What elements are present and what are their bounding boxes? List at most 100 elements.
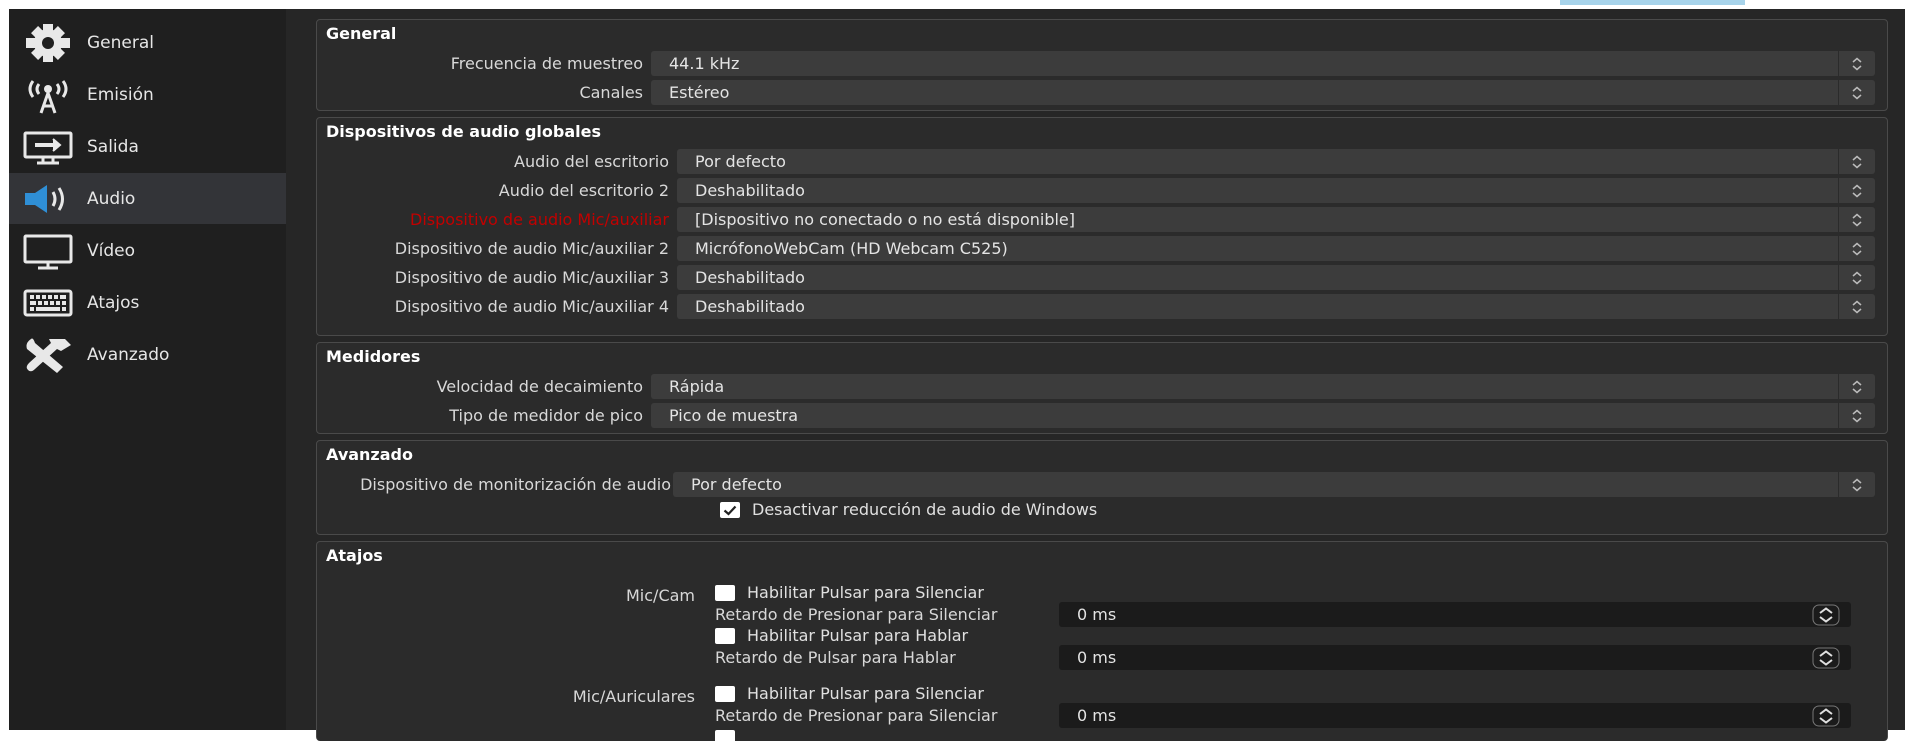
updown-arrows-icon xyxy=(1838,265,1875,290)
monitoring-device-label: Dispositivo de monitorización de audio xyxy=(360,475,671,494)
sidebar-item-label: Audio xyxy=(87,188,136,209)
updown-arrows-icon xyxy=(1838,472,1875,497)
mic-aux-4-row: Dispositivo de audio Mic/auxiliar 4 Desh… xyxy=(317,294,1889,319)
push-to-mute-label: Habilitar Pulsar para Silenciar xyxy=(747,583,984,602)
peak-meter-select[interactable]: Pico de muestra xyxy=(651,403,1875,428)
sample-rate-label: Frecuencia de muestreo xyxy=(450,54,643,73)
mic-aux-row: Dispositivo de audio Mic/auxiliar [Dispo… xyxy=(317,207,1889,232)
sample-rate-row: Frecuencia de muestreo 44.1 kHz xyxy=(317,51,1889,76)
speaker-icon xyxy=(9,173,81,224)
gear-icon xyxy=(9,17,81,68)
peak-meter-row: Tipo de medidor de pico Pico de muestra xyxy=(317,403,1889,428)
source-name-mic-cam: Mic/Cam xyxy=(626,586,695,605)
group-global-audio-devices: Dispositivos de audio globales Audio del… xyxy=(316,117,1888,336)
decay-rate-label: Velocidad de decaimiento xyxy=(436,377,643,396)
push-to-mute-checkbox-2[interactable] xyxy=(715,686,735,702)
desktop-audio-select[interactable]: Por defecto xyxy=(677,149,1875,174)
desktop-audio-label: Audio del escritorio xyxy=(514,152,669,171)
video-monitor-icon xyxy=(9,225,81,276)
ptt-delay-label: Retardo de Pulsar para Hablar xyxy=(715,648,956,667)
group-title: Dispositivos de audio globales xyxy=(326,122,601,141)
decay-rate-select[interactable]: Rápida xyxy=(651,374,1875,399)
group-title: Avanzado xyxy=(326,445,413,464)
push-to-mute-checkbox[interactable] xyxy=(715,585,735,601)
desktop-audio-2-label: Audio del escritorio 2 xyxy=(498,181,669,200)
updown-arrows-icon xyxy=(1838,207,1875,232)
push-to-talk-checkbox[interactable] xyxy=(715,628,735,644)
decay-rate-row: Velocidad de decaimiento Rápida xyxy=(317,374,1889,399)
mic-aux-4-label: Dispositivo de audio Mic/auxiliar 4 xyxy=(394,297,669,316)
keyboard-icon xyxy=(9,277,81,328)
monitoring-device-select[interactable]: Por defecto xyxy=(673,472,1875,497)
monitoring-device-row: Dispositivo de monitorización de audio P… xyxy=(317,472,1889,497)
sidebar-item-video[interactable]: Vídeo xyxy=(9,225,286,276)
sidebar-item-atajos[interactable]: Atajos xyxy=(9,277,286,328)
sidebar-item-label: Emisión xyxy=(87,84,154,105)
channels-label: Canales xyxy=(579,83,643,102)
sidebar-item-label: Avanzado xyxy=(87,344,170,365)
sidebar-item-audio[interactable]: Audio xyxy=(9,173,286,224)
ducking-checkbox-row: Desactivar reducción de audio de Windows xyxy=(720,500,1097,520)
source-name-mic-headphones: Mic/Auriculares xyxy=(572,687,695,706)
sidebar-item-label: General xyxy=(87,32,154,53)
ptm-delay-spinbox-2[interactable]: 0 ms xyxy=(1059,703,1851,728)
ducking-checkbox[interactable] xyxy=(720,502,740,518)
sample-rate-select[interactable]: 44.1 kHz xyxy=(651,51,1875,76)
updown-arrows-icon xyxy=(1838,80,1875,105)
ptm-delay-spinbox[interactable]: 0 ms xyxy=(1059,602,1851,627)
group-title: Atajos xyxy=(326,546,383,565)
updown-arrows-icon xyxy=(1838,403,1875,428)
ptt-checkbox-row: Habilitar Pulsar para Hablar xyxy=(715,626,968,646)
updown-arrows-icon xyxy=(1838,149,1875,174)
updown-arrows-icon xyxy=(1838,51,1875,76)
group-title: Medidores xyxy=(326,347,421,366)
spin-updown-icon[interactable] xyxy=(1811,603,1841,626)
output-monitor-icon xyxy=(9,121,81,172)
channels-row: Canales Estéreo xyxy=(317,80,1889,105)
updown-arrows-icon xyxy=(1838,236,1875,261)
group-hotkeys: Atajos Mic/Cam Habilitar Pulsar para Sil… xyxy=(316,541,1888,746)
ptm-delay-label: Retardo de Presionar para Silenciar xyxy=(715,605,998,624)
ducking-checkbox-label: Desactivar reducción de audio de Windows xyxy=(752,500,1098,519)
mic-aux-3-label: Dispositivo de audio Mic/auxiliar 3 xyxy=(394,268,669,287)
desktop-audio-row: Audio del escritorio Por defecto xyxy=(317,149,1889,174)
push-to-mute-label-2: Habilitar Pulsar para Silenciar xyxy=(747,684,984,703)
sidebar-item-label: Salida xyxy=(87,136,139,157)
mic-aux-select[interactable]: [Dispositivo no conectado o no está disp… xyxy=(677,207,1875,232)
settings-sidebar: General Emisión Salida Audio Vídeo Atajo… xyxy=(9,9,286,730)
tools-icon xyxy=(9,329,81,380)
ptm-checkbox-row: Habilitar Pulsar para Silenciar xyxy=(715,583,984,603)
peak-meter-label: Tipo de medidor de pico xyxy=(449,406,643,425)
desktop-audio-2-row: Audio del escritorio 2 Deshabilitado xyxy=(317,178,1889,203)
window-accent-tab xyxy=(1560,0,1745,5)
updown-arrows-icon xyxy=(1838,374,1875,399)
ptm-checkbox-row-2: Habilitar Pulsar para Silenciar xyxy=(715,684,984,704)
mic-aux-3-row: Dispositivo de audio Mic/auxiliar 3 Desh… xyxy=(317,265,1889,290)
audio-settings-panel: General Frecuencia de muestreo 44.1 kHz … xyxy=(286,9,1905,746)
checkmark-icon xyxy=(723,505,737,516)
mic-aux-2-label: Dispositivo de audio Mic/auxiliar 2 xyxy=(394,239,669,258)
spin-updown-icon[interactable] xyxy=(1811,704,1841,727)
sidebar-item-label: Vídeo xyxy=(87,240,136,261)
mic-aux-2-select[interactable]: MicrófonoWebCam (HD Webcam C525) xyxy=(677,236,1875,261)
settings-window: General Emisión Salida Audio Vídeo Atajo… xyxy=(9,9,1905,746)
sidebar-item-emision[interactable]: Emisión xyxy=(9,69,286,120)
ptt-delay-spinbox[interactable]: 0 ms xyxy=(1059,645,1851,670)
sidebar-item-label: Atajos xyxy=(87,292,140,313)
updown-arrows-icon xyxy=(1838,178,1875,203)
sidebar-item-avanzado[interactable]: Avanzado xyxy=(9,329,286,380)
group-general: General Frecuencia de muestreo 44.1 kHz … xyxy=(316,19,1888,111)
sidebar-item-general[interactable]: General xyxy=(9,17,286,68)
push-to-talk-checkbox-2[interactable] xyxy=(715,730,735,746)
group-advanced: Avanzado Dispositivo de monitorización d… xyxy=(316,440,1888,535)
mic-aux-label-error: Dispositivo de audio Mic/auxiliar xyxy=(410,210,669,229)
updown-arrows-icon xyxy=(1838,294,1875,319)
desktop-audio-2-select[interactable]: Deshabilitado xyxy=(677,178,1875,203)
group-title: General xyxy=(326,24,397,43)
mic-aux-4-select[interactable]: Deshabilitado xyxy=(677,294,1875,319)
mic-aux-3-select[interactable]: Deshabilitado xyxy=(677,265,1875,290)
ptt-checkbox-row-2-partial xyxy=(715,728,735,748)
spin-updown-icon[interactable] xyxy=(1811,646,1841,669)
channels-select[interactable]: Estéreo xyxy=(651,80,1875,105)
sidebar-item-salida[interactable]: Salida xyxy=(9,121,286,172)
